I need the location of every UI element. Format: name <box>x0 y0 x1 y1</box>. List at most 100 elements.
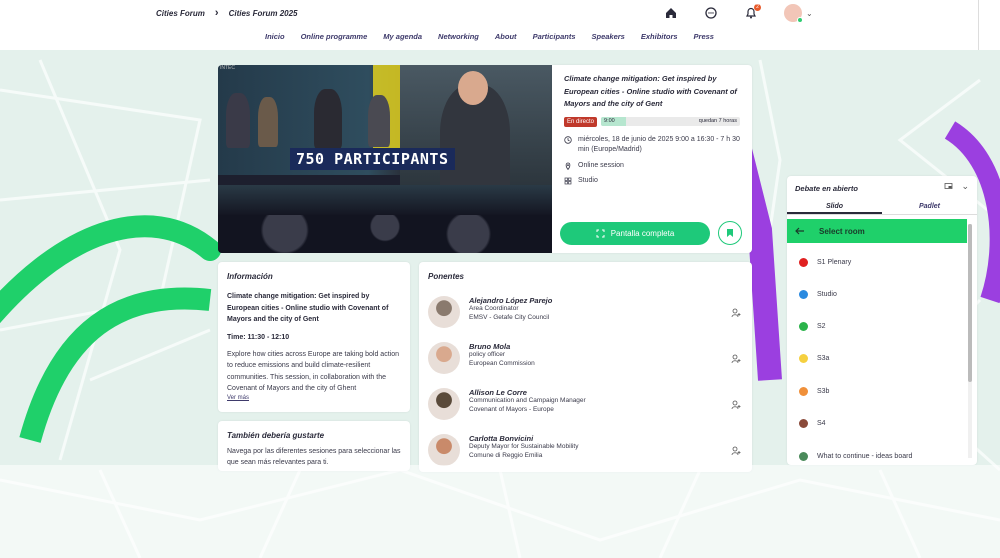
room-name: What to continue - ideas board <box>817 453 913 460</box>
panelist <box>258 97 278 147</box>
main-nav: Inicio Online programme My agenda Networ… <box>265 32 714 41</box>
informacion-description: Explore how cities across Europe are tak… <box>227 350 399 393</box>
video-player[interactable]: 750 PARTICIPANTS INTEC <box>218 65 552 253</box>
session-room-text: Studio <box>578 177 598 184</box>
room-color-dot <box>799 290 808 299</box>
informacion-card: Información Climate change mitigation: G… <box>218 262 410 412</box>
session-location-text: Online session <box>578 161 624 169</box>
select-room-bar[interactable]: Select room <box>787 219 967 243</box>
room-name: S3b <box>817 388 830 395</box>
progress-start: 9:00 <box>604 118 615 124</box>
arrow-left-icon[interactable] <box>795 227 805 235</box>
nav-item-press[interactable]: Press <box>694 32 714 41</box>
nav-item-networking[interactable]: Networking <box>438 32 479 41</box>
breadcrumb-parent[interactable]: Cities Forum <box>156 9 205 18</box>
add-contact-icon[interactable] <box>731 446 741 456</box>
debate-panel: Debate en abierto ⌄ Slido Padlet Select … <box>787 176 977 465</box>
nav-item-exhibitors[interactable]: Exhibitors <box>641 32 678 41</box>
informacion-heading: Información <box>227 272 273 281</box>
speaker-item[interactable]: Alejandro López Parejo Area Coordinator … <box>428 296 743 328</box>
video-floor <box>218 185 552 215</box>
room-item[interactable]: S1 Plenary <box>799 258 851 267</box>
home-icon[interactable] <box>664 6 678 20</box>
scrollbar-thumb[interactable] <box>968 224 972 382</box>
nav-item-speakers[interactable]: Speakers <box>592 32 625 41</box>
avatar <box>784 4 803 23</box>
tab-slido[interactable]: Slido <box>787 199 882 214</box>
room-item[interactable]: S3b <box>799 387 829 396</box>
speaker-name: Bruno Mola <box>469 342 511 351</box>
chevron-down-icon: ⌄ <box>806 8 813 18</box>
window-control <box>978 0 1000 50</box>
nav-item-online-programme[interactable]: Online programme <box>301 32 368 41</box>
informacion-title: Climate change mitigation: Get inspired … <box>227 293 389 323</box>
bookmark-button[interactable] <box>718 221 742 245</box>
video-audience <box>218 215 552 253</box>
notification-badge: 2 <box>754 4 761 11</box>
nav-item-participants[interactable]: Participants <box>533 32 576 41</box>
room-item[interactable]: What to continue - ideas board <box>799 452 912 461</box>
panelist <box>314 89 342 149</box>
fullscreen-button[interactable]: Pantalla completa <box>560 221 710 245</box>
room-name: Studio <box>817 291 837 298</box>
header-icons: 2 ⌄ <box>664 4 813 23</box>
nav-item-about[interactable]: About <box>495 32 517 41</box>
room-name: S4 <box>817 420 826 427</box>
chat-icon[interactable] <box>704 6 718 20</box>
room-name: S2 <box>817 323 826 330</box>
speakers-card: Ponentes Alejandro López Parejo Area Coo… <box>419 262 752 472</box>
nav-item-inicio[interactable]: Inicio <box>265 32 285 41</box>
video-banner: 750 PARTICIPANTS <box>290 148 455 170</box>
grid-icon <box>564 177 572 185</box>
speaker-name: Carlotta Bonvicini <box>469 434 534 443</box>
user-menu[interactable]: ⌄ <box>784 4 813 23</box>
cast-icon[interactable] <box>944 182 953 191</box>
room-item[interactable]: S4 <box>799 419 826 428</box>
room-color-dot <box>799 258 808 267</box>
add-contact-icon[interactable] <box>731 308 741 318</box>
speaker-org: EMSV - Getafe City Council <box>469 313 550 321</box>
session-info-card: Climate change mitigation: Get inspired … <box>552 65 752 253</box>
online-status-icon <box>797 17 803 23</box>
speaker-item[interactable]: Bruno Mola policy officer European Commi… <box>428 342 743 374</box>
avatar <box>428 434 460 466</box>
add-contact-icon[interactable] <box>731 354 741 364</box>
debate-heading: Debate en abierto <box>795 184 858 193</box>
room-item[interactable]: Studio <box>799 290 837 299</box>
avatar <box>428 388 460 420</box>
avatar <box>428 342 460 374</box>
video-corner-tag: INTEC <box>220 65 235 71</box>
room-item[interactable]: S2 <box>799 322 826 331</box>
recommendations-heading: También debería gustarte <box>227 431 325 440</box>
room-color-dot <box>799 354 808 363</box>
select-room-label: Select room <box>819 226 865 236</box>
chevron-down-icon[interactable]: ⌄ <box>961 182 969 191</box>
add-contact-icon[interactable] <box>731 400 741 410</box>
progress-remaining: quedan 7 horas <box>698 118 737 124</box>
room-item[interactable]: S3a <box>799 354 829 363</box>
bell-icon[interactable]: 2 <box>744 4 761 20</box>
session-title: Climate change mitigation: Get inspired … <box>564 74 737 108</box>
location-pin-icon <box>565 162 571 170</box>
speaker-name: Allison Le Corre <box>469 388 527 397</box>
avatar <box>428 296 460 328</box>
session-actions: Pantalla completa <box>560 221 742 245</box>
nav-item-my-agenda[interactable]: My agenda <box>383 32 422 41</box>
breadcrumb-current: Cities Forum 2025 <box>228 8 298 18</box>
fullscreen-label: Pantalla completa <box>610 228 675 238</box>
speaker-role: Area Coordinator <box>469 305 519 312</box>
session-room: Studio <box>564 176 740 187</box>
page-footer-overlay <box>0 465 1000 558</box>
speaker-item[interactable]: Allison Le Corre Communication and Campa… <box>428 388 743 420</box>
session-progress: 9:00 quedan 7 horas <box>601 117 740 126</box>
session-datetime: miércoles, 18 de junio de 2025 9:00 a 16… <box>564 135 740 156</box>
ver-mas-link[interactable]: Ver más <box>227 395 401 401</box>
top-bar <box>0 0 978 50</box>
room-list-scrollbar[interactable] <box>968 224 972 458</box>
room-color-dot <box>799 452 808 461</box>
session-status: En directo 9:00 quedan 7 horas <box>564 116 740 127</box>
room-color-dot <box>799 419 808 428</box>
session-datetime-text: miércoles, 18 de junio de 2025 9:00 a 16… <box>578 135 740 154</box>
speaker-item[interactable]: Carlotta Bonvicini Deputy Mayor for Sust… <box>428 434 743 466</box>
tab-padlet[interactable]: Padlet <box>882 199 977 214</box>
